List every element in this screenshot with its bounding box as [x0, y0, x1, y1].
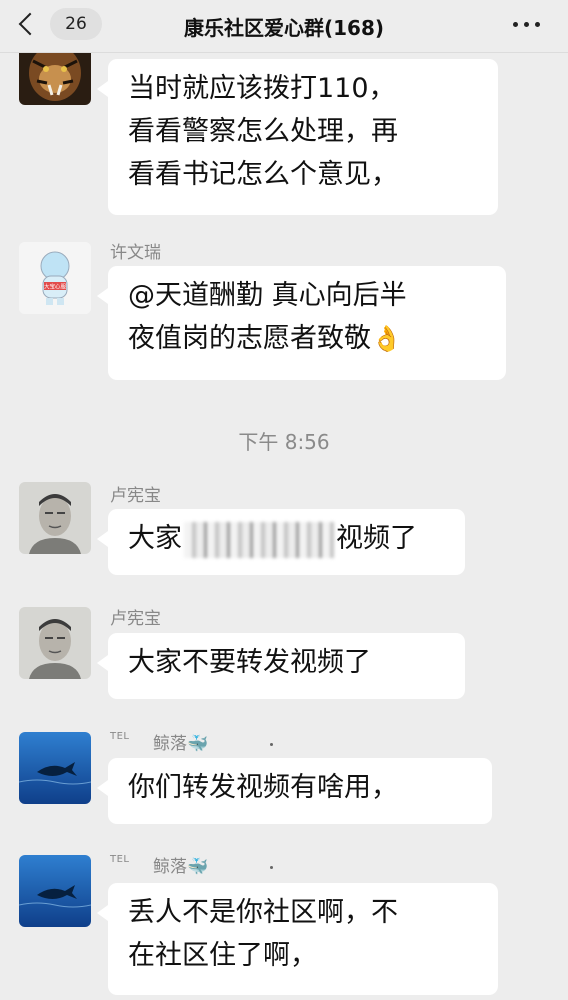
message-text: 丢人不是你社区啊，不 [128, 897, 398, 928]
avatar[interactable]: 大宝心服 [19, 242, 91, 314]
sender-name: 许文瑞 [110, 243, 161, 263]
sender-name: 鲸落🐳 [153, 857, 209, 877]
message-text: 你们转发视频有啥用， [128, 772, 398, 803]
sender-name: 鲸落🐳 [153, 734, 209, 754]
message-text: 视频了 [336, 523, 417, 554]
message-text: 大家 [128, 523, 182, 554]
sender-name: 卢宪宝 [110, 486, 161, 506]
message-text: 大家不要转发视频了 [128, 647, 371, 678]
avatar[interactable] [19, 732, 91, 804]
avatar-text: 大宝心服 [44, 283, 67, 291]
message-text: 夜值岗的志愿者致敬 [128, 323, 371, 354]
message-text: 在社区住了啊， [128, 940, 317, 971]
chat-header: 26 康乐社区爱心群(168) [0, 0, 568, 53]
chevron-left-icon [18, 12, 42, 36]
sender-badge: TEL [110, 854, 130, 865]
avatar[interactable] [19, 53, 91, 105]
message-list[interactable]: 当时就应该拨打110， 看看警察怎么处理，再 看看书记怎么个意见， 大宝心服 许… [0, 53, 568, 1000]
message-bubble[interactable]: 当时就应该拨打110， 看看警察怎么处理，再 看看书记怎么个意见， [97, 59, 498, 215]
message-text: 看看书记怎么个意见， [128, 159, 398, 190]
redacted-text [184, 521, 334, 558]
message-bubble[interactable]: 大家不要转发视频了 [97, 633, 465, 699]
avatar[interactable] [19, 855, 91, 927]
unread-count-badge: 26 [50, 8, 102, 40]
sender-name: 卢宪宝 [110, 609, 161, 629]
avatar[interactable] [19, 482, 91, 554]
ok-hand-emoji-icon: 👌 [371, 324, 403, 353]
message-bubble[interactable]: @天道酬勤 真心向后半 夜值岗的志愿者致敬👌 [97, 266, 506, 380]
sender-badge: TEL [110, 731, 130, 742]
back-button[interactable]: 26 [18, 8, 102, 42]
chat-title: 康乐社区爱心群(168) [183, 16, 385, 40]
message-bubble[interactable]: 你们转发视频有啥用， [97, 758, 492, 824]
message-timestamp: 下午 8:56 [238, 430, 330, 454]
message-bubble[interactable]: 大家 视频了 [97, 509, 465, 575]
avatar[interactable] [19, 607, 91, 679]
message-text: @天道酬勤 真心向后半 [128, 280, 407, 311]
message-text: 当时就应该拨打110， [128, 73, 396, 104]
more-options-button[interactable] [512, 16, 542, 36]
message-bubble[interactable]: 丢人不是你社区啊，不 在社区住了啊， [97, 883, 498, 995]
message-text: 看看警察怎么处理，再 [128, 116, 398, 147]
